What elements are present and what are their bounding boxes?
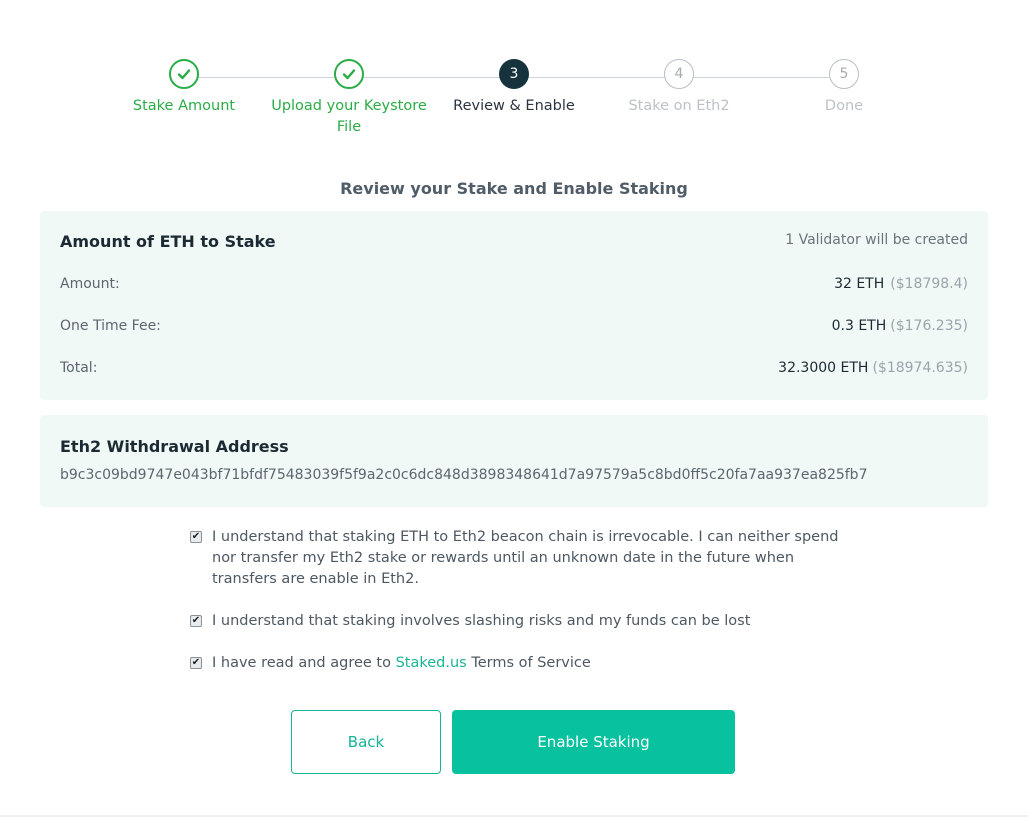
total-label: Total: <box>60 360 98 376</box>
agreement-checkbox[interactable]: ✔ <box>190 615 202 627</box>
check-icon <box>334 59 364 89</box>
progress-stepper: Stake Amount Upload your Keystore File 3… <box>0 59 1028 149</box>
agreement-checkbox[interactable]: ✔ <box>190 531 202 543</box>
agreement-text: I understand that staking involves slash… <box>212 613 751 629</box>
agreement-slashing: ✔ I understand that staking involves sla… <box>190 611 850 632</box>
staking-review-page: Stake Amount Upload your Keystore File 3… <box>0 0 1028 817</box>
agreement-text: I understand that staking ETH to Eth2 be… <box>212 529 839 587</box>
agreement-checkbox[interactable]: ✔ <box>190 657 202 669</box>
terms-text-before: I have read and agree to <box>212 655 396 671</box>
staked-us-link[interactable]: Staked.us <box>396 655 467 671</box>
withdrawal-address-card: Eth2 Withdrawal Address b9c3c09bd9747e04… <box>40 415 988 507</box>
withdrawal-card-heading: Eth2 Withdrawal Address <box>60 437 289 456</box>
amount-eth: 32 ETH <box>834 276 885 292</box>
amount-usd: ($18798.4) <box>890 276 968 292</box>
fee-eth: 0.3 ETH <box>831 318 887 334</box>
terms-text-after: Terms of Service <box>466 655 591 671</box>
check-icon <box>169 59 199 89</box>
step-3: 3 Review & Enable <box>429 59 599 117</box>
back-button[interactable]: Back <box>291 710 441 774</box>
amount-value: 32 ETH ($18798.4) <box>834 276 968 292</box>
enable-staking-button[interactable]: Enable Staking <box>452 710 735 774</box>
step-label: Done <box>824 98 864 114</box>
step-5: 5 Done <box>759 59 929 117</box>
step-4: 4 Stake on Eth2 <box>594 59 764 117</box>
agreement-irrevocable: ✔ I understand that staking ETH to Eth2 … <box>190 527 850 590</box>
fee-usd: ($176.235) <box>890 318 968 334</box>
step-number: 4 <box>664 59 694 89</box>
page-title: Review your Stake and Enable Staking <box>340 179 688 198</box>
withdrawal-address: b9c3c09bd9747e043bf71bfdf75483039f5f9a2c… <box>60 467 868 483</box>
total-eth: 32.3000 ETH <box>778 360 869 376</box>
total-usd: ($18974.635) <box>872 360 968 376</box>
fee-label: One Time Fee: <box>60 318 161 334</box>
stake-card-heading: Amount of ETH to Stake <box>60 232 276 251</box>
step-2: Upload your Keystore File <box>264 59 434 138</box>
step-number: 5 <box>829 59 859 89</box>
total-value: 32.3000 ETH ($18974.635) <box>778 360 968 376</box>
fee-value: 0.3 ETH ($176.235) <box>832 318 968 334</box>
step-label: Review & Enable <box>453 98 575 114</box>
step-label: Stake on Eth2 <box>628 98 730 114</box>
step-label: Upload your Keystore File <box>271 98 427 135</box>
step-number: 3 <box>499 59 529 89</box>
agreement-terms: ✔ I have read and agree to Staked.us Ter… <box>190 653 850 674</box>
validator-note: 1 Validator will be created <box>785 232 968 248</box>
step-label: Stake Amount <box>132 98 236 114</box>
step-1: Stake Amount <box>99 59 269 117</box>
agreement-text: I have read and agree to Staked.us Terms… <box>212 653 842 674</box>
amount-label: Amount: <box>60 276 120 292</box>
stake-summary-card: Amount of ETH to Stake 1 Validator will … <box>40 211 988 400</box>
